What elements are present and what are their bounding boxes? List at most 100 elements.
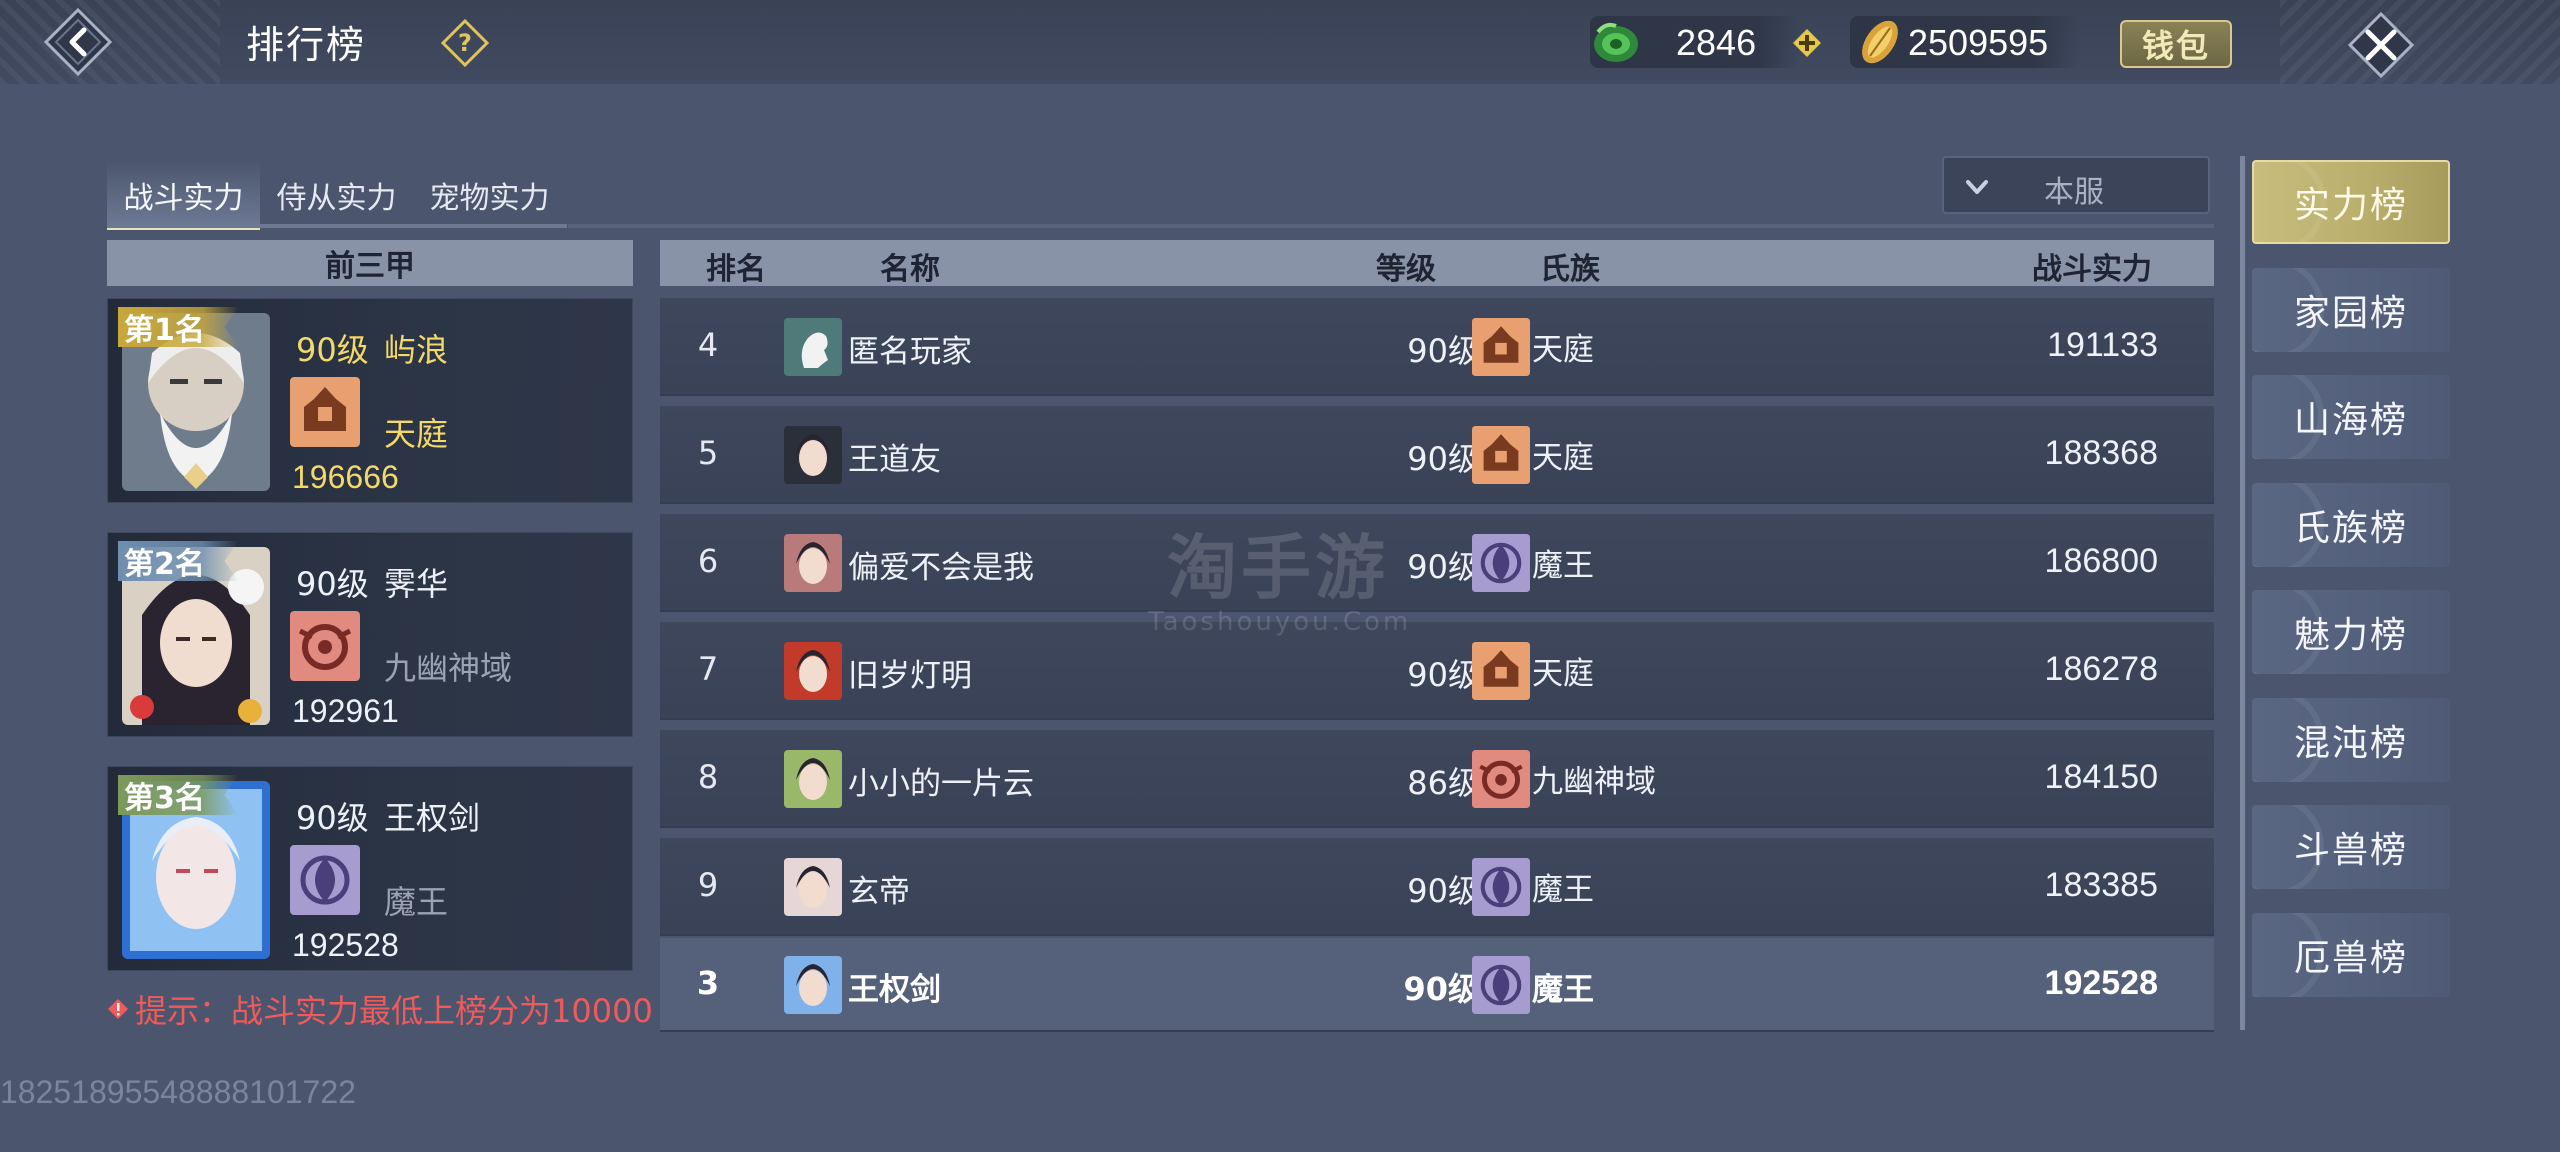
row-power: 186800 (2044, 542, 2158, 580)
row-name: 小小的一片云 (848, 766, 1034, 802)
my-rank-row[interactable]: 3 王权剑 90级 魔王 192528 (660, 938, 2214, 1032)
top-level: 90级 (296, 799, 369, 837)
top-level: 90级 (296, 565, 369, 603)
row-power: 186278 (2044, 650, 2158, 688)
top-level: 90级 (296, 331, 369, 369)
tianting-emblem-icon (290, 377, 360, 447)
row-power: 183385 (2044, 866, 2158, 904)
table-row[interactable]: 6 偏爱不会是我 90级 魔王 186800 (660, 514, 2214, 612)
server-filter-dropdown[interactable]: 本服 (1942, 156, 2210, 214)
row-rank: 8 (697, 758, 719, 796)
svg-text:?: ? (458, 29, 472, 57)
row-name: 旧岁灯明 (848, 658, 972, 694)
category-shanhai-button[interactable]: 山海榜 (2252, 375, 2450, 459)
table-row[interactable]: 7 旧岁灯明 90级 天庭 186278 (660, 622, 2214, 720)
category-charm-button[interactable]: 魅力榜 (2252, 590, 2450, 674)
row-clan: 九幽神域 (1532, 764, 1656, 800)
top-card-1[interactable]: 第1名 90级 屿浪 天庭 196666 (107, 298, 633, 503)
row-level: 90级 (1407, 872, 1480, 910)
table-row[interactable]: 9 玄帝 90级 魔王 183385 (660, 838, 2214, 936)
player-avatar-icon (784, 858, 842, 916)
row-clan: 魔王 (1532, 872, 1594, 908)
category-divider (2240, 156, 2245, 1030)
player-avatar-icon (784, 534, 842, 592)
row-rank: 7 (697, 650, 719, 688)
player-avatar-icon (784, 426, 842, 484)
tab-pet-power[interactable]: 宠物实力 (413, 160, 566, 230)
player-avatar-icon (784, 750, 842, 808)
top-card-2[interactable]: 第2名 90级 霁华 九幽神域 192961 (107, 532, 633, 737)
top-clan: 魔王 (384, 883, 449, 921)
tab-combat-power[interactable]: 战斗实力 (107, 160, 260, 230)
rank-badge-3: 第3名 (118, 775, 239, 815)
top-name: 屿浪 (384, 331, 449, 369)
mowang-emblem-icon (1472, 534, 1530, 592)
plus-icon (1793, 29, 1821, 57)
rank-badge-2: 第2名 (118, 541, 239, 581)
top-power: 196666 (292, 459, 399, 495)
back-button[interactable] (42, 6, 114, 78)
tab-servant-power[interactable]: 侍从实力 (260, 160, 413, 230)
table-row[interactable]: 5 王道友 90级 天庭 188368 (660, 406, 2214, 504)
top-name: 霁华 (384, 565, 449, 603)
header-divider (568, 224, 2214, 228)
rank-badge-1: 第1名 (118, 307, 239, 347)
category-ominous-beast-button[interactable]: 厄兽榜 (2252, 912, 2450, 997)
mowang-emblem-icon (1472, 858, 1530, 916)
tianting-emblem-icon (1472, 426, 1530, 484)
server-filter-value: 本服 (2044, 175, 2104, 210)
top-card-3[interactable]: 第3名 90级 王权剑 魔王 192528 (107, 766, 633, 971)
gold-currency: 2509595 (1850, 16, 2080, 68)
close-button[interactable] (2346, 10, 2416, 80)
wallet-button[interactable]: 钱包 (2120, 20, 2232, 68)
col-rank-header: 排名 (706, 252, 766, 287)
row-rank: 9 (697, 866, 719, 904)
top-power: 192528 (292, 927, 399, 963)
warning-icon (108, 999, 128, 1019)
row-rank: 6 (697, 542, 719, 580)
row-clan: 魔王 (1532, 548, 1594, 584)
jade-coin-icon (1594, 22, 1638, 62)
category-clan-button[interactable]: 氏族榜 (2252, 482, 2450, 567)
top3-header: 前三甲 (107, 240, 633, 286)
row-power: 188368 (2044, 434, 2158, 472)
row-power: 192528 (2044, 964, 2158, 1002)
category-home-button[interactable]: 家园榜 (2252, 267, 2450, 352)
gold-amount: 2509595 (1908, 22, 2049, 63)
tip-text-row: 提示：战斗实力最低上榜分为10000 (107, 986, 653, 1032)
row-rank: 3 (696, 964, 720, 1002)
row-level: 90级 (1403, 970, 1480, 1008)
jade-amount: 2846 (1676, 22, 1757, 63)
player-avatar-icon (784, 642, 842, 700)
col-clan-header: 氏族 (1540, 252, 1600, 287)
anonymous-avatar-icon (784, 318, 842, 376)
top-power: 192961 (292, 693, 399, 729)
top-name: 王权剑 (384, 799, 481, 837)
category-power-button[interactable]: 实力榜 (2252, 160, 2450, 244)
row-power: 184150 (2044, 758, 2158, 796)
row-name: 偏爱不会是我 (848, 550, 1034, 586)
chevron-down-icon (1966, 180, 1988, 194)
tianting-emblem-icon (1472, 642, 1530, 700)
help-button[interactable]: ? (440, 18, 490, 68)
table-row[interactable]: 8 小小的一片云 86级 九幽神域 184150 (660, 730, 2214, 828)
col-level-header: 等级 (1376, 252, 1436, 287)
category-chaos-button[interactable]: 混沌榜 (2252, 697, 2450, 782)
row-level: 90级 (1407, 656, 1480, 694)
close-icon (2347, 11, 2415, 79)
row-clan: 天庭 (1532, 656, 1594, 692)
row-level: 86级 (1407, 764, 1480, 802)
top-bar-pattern-right (2280, 0, 2560, 84)
back-arrow-icon (43, 7, 113, 77)
add-currency-button[interactable] (1792, 28, 1822, 58)
category-beast-fight-button[interactable]: 斗兽榜 (2252, 805, 2450, 889)
col-name-header: 名称 (880, 252, 940, 287)
jade-currency: 2846 (1590, 16, 1800, 68)
table-row[interactable]: 4 匿名玩家 90级 天庭 191133 (660, 298, 2214, 396)
row-clan: 天庭 (1532, 332, 1594, 368)
page-title: 排行榜 (246, 23, 367, 67)
jiuyou-emblem-icon (1472, 750, 1530, 808)
top-clan: 九幽神域 (384, 649, 513, 687)
top-clan: 天庭 (384, 415, 449, 453)
row-name: 匿名玩家 (848, 334, 972, 370)
